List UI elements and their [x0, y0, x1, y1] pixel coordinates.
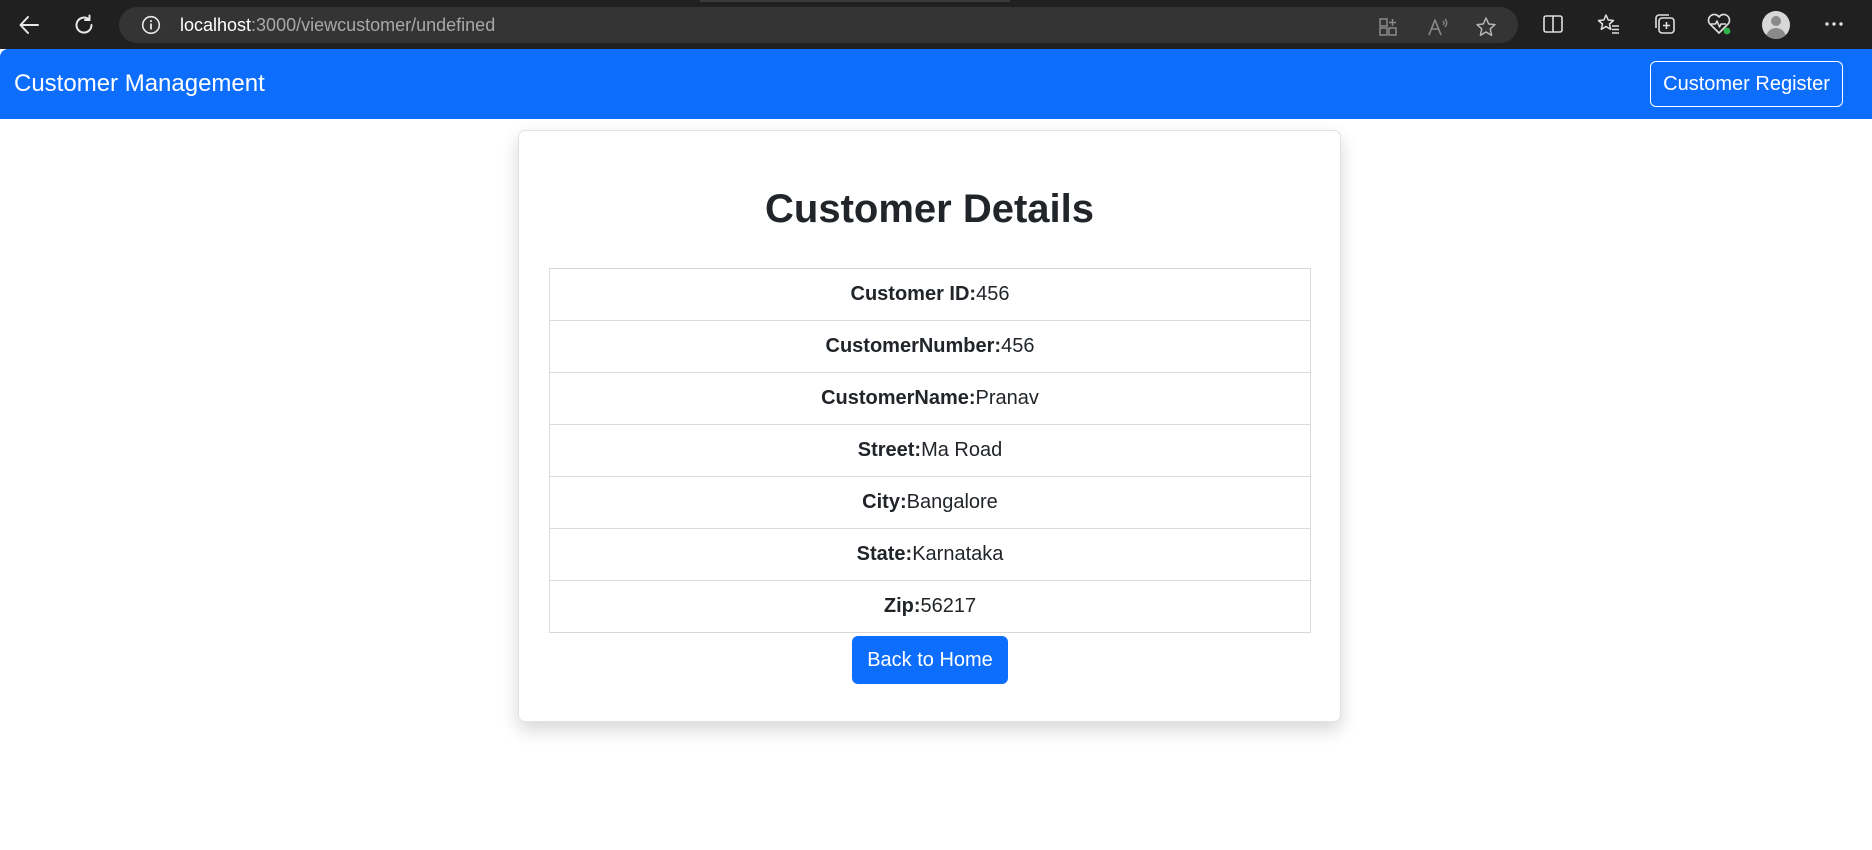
profile-avatar-icon[interactable]: [1762, 11, 1790, 39]
apps-button[interactable]: [1377, 16, 1399, 38]
detail-value: Bangalore: [906, 491, 998, 513]
detail-value: Ma Road: [921, 439, 1003, 461]
detail-value: 56217: [920, 595, 977, 617]
site-info-button[interactable]: [141, 15, 161, 35]
detail-row-customer-id: Customer ID:456: [550, 269, 1310, 321]
detail-value: Pranav: [975, 387, 1039, 409]
details-table: Customer ID:456 CustomerNumber:456 Custo…: [549, 268, 1311, 633]
split-screen-button[interactable]: [1540, 11, 1566, 37]
detail-row-city: City:Bangalore: [550, 477, 1310, 529]
favorite-star-icon: [1476, 17, 1496, 37]
detail-label: Zip:: [883, 595, 921, 617]
customer-details-card: Customer Details Customer ID:456 Custome…: [518, 130, 1341, 722]
add-favorite-button[interactable]: [1475, 16, 1497, 38]
refresh-button[interactable]: [69, 10, 99, 40]
detail-label: CustomerNumber:: [825, 335, 1002, 357]
detail-value: Karnataka: [912, 543, 1004, 565]
more-options-icon: [1825, 22, 1843, 26]
detail-label: City:: [862, 491, 907, 513]
avatar-body: [1766, 28, 1786, 39]
detail-row-customer-number: CustomerNumber:456: [550, 321, 1310, 373]
detail-label: State:: [856, 543, 913, 565]
browser-essentials-icon: [1707, 13, 1731, 35]
avatar-head: [1771, 16, 1781, 26]
app-navbar: Customer Management Customer Register: [0, 49, 1872, 119]
url-text: localhost:3000/viewcustomer/undefined: [180, 7, 495, 43]
split-screen-icon: [1543, 15, 1563, 33]
refresh-icon: [75, 14, 93, 34]
navbar-brand[interactable]: Customer Management: [14, 49, 265, 119]
back-to-home-button[interactable]: Back to Home: [852, 636, 1008, 684]
detail-label: Street:: [857, 439, 922, 461]
collections-button[interactable]: [1652, 11, 1678, 37]
back-button[interactable]: [14, 10, 44, 40]
browser-essentials-button[interactable]: [1706, 11, 1732, 37]
detail-row-customer-name: CustomerName:Pranav: [550, 373, 1310, 425]
page-title: Customer Details: [765, 187, 1094, 231]
browser-toolbar: localhost:3000/viewcustomer/undefined: [0, 0, 1872, 49]
more-options-button[interactable]: [1821, 11, 1847, 37]
url-path: :3000/viewcustomer/undefined: [251, 15, 496, 35]
detail-row-state: State:Karnataka: [550, 529, 1310, 581]
apps-icon: [1379, 18, 1397, 36]
url-host: localhost: [180, 15, 252, 35]
detail-row-zip: Zip:56217: [550, 581, 1310, 632]
collections-icon: [1655, 14, 1675, 34]
read-aloud-icon: [1428, 18, 1448, 36]
detail-row-street: Street:Ma Road: [550, 425, 1310, 477]
address-bar[interactable]: localhost:3000/viewcustomer/undefined: [119, 7, 1518, 43]
detail-value: 456: [976, 283, 1010, 305]
favorites-button[interactable]: [1596, 11, 1622, 37]
favorites-icon: [1597, 14, 1619, 34]
detail-value: 456: [1001, 335, 1035, 357]
info-icon: [141, 15, 161, 35]
back-arrow-icon: [19, 16, 39, 34]
detail-label: CustomerName:: [821, 387, 976, 409]
tab-strip-edge: [700, 0, 1010, 2]
customer-register-button[interactable]: Customer Register: [1650, 61, 1843, 107]
read-aloud-button[interactable]: [1427, 16, 1449, 38]
detail-label: Customer ID:: [850, 283, 977, 305]
